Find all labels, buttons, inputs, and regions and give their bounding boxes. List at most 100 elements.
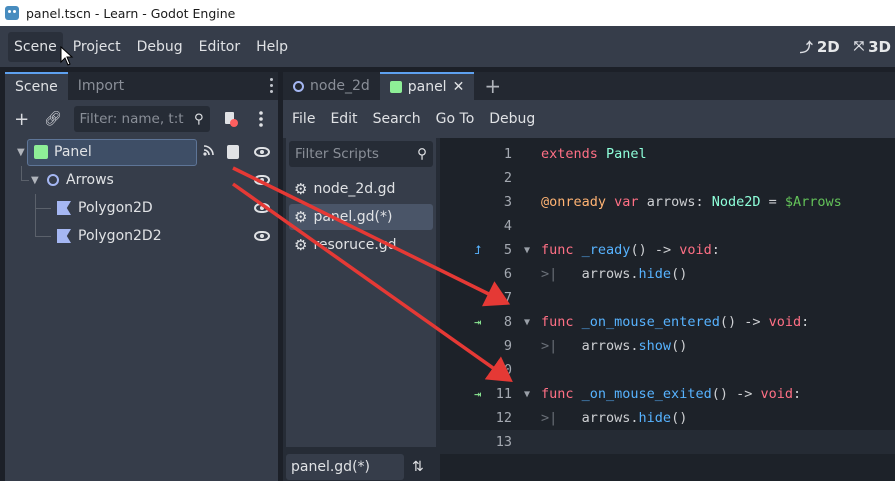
code-text: func _on_mouse_entered() -> void:	[541, 314, 810, 330]
line-number: 4	[503, 218, 512, 234]
script-list-footer: panel.gd(*) ⇅	[286, 453, 436, 481]
tree-row-panel[interactable]: ▼ Panel	[5, 138, 278, 166]
menu-debug[interactable]: Debug	[131, 32, 189, 62]
filter-scripts-input[interactable]: Filter Scripts ⚲	[289, 141, 433, 167]
script-item-label: resoruce.gd	[313, 237, 397, 253]
menu-debug[interactable]: Debug	[484, 111, 540, 127]
menu-file[interactable]: File	[287, 111, 320, 127]
code-text: func _on_mouse_exited() -> void:	[541, 386, 802, 402]
script-item-resoruce[interactable]: ⚙ resoruce.gd	[289, 232, 433, 258]
collapse-icon[interactable]: ▼	[17, 147, 25, 158]
panel-node-icon	[34, 145, 48, 159]
menu-scene[interactable]: Scene	[8, 31, 63, 62]
tree-label-polygon2d2: Polygon2D2	[78, 228, 162, 244]
line-number: 6	[503, 266, 512, 282]
tree-row-polygon2d[interactable]: Polygon2D	[5, 194, 278, 222]
link-icon[interactable]: 🔗︎	[42, 108, 63, 130]
search-icon: ⚲	[193, 111, 204, 127]
menu-edit[interactable]: Edit	[325, 111, 362, 127]
fold-icon[interactable]: ▼	[524, 245, 530, 256]
godot-logo-icon	[5, 6, 19, 20]
script-icon[interactable]	[227, 145, 239, 159]
dock-menu-icon[interactable]	[270, 78, 274, 94]
code-line[interactable]: ⮥ 5 ▼ func _ready() -> void:	[440, 238, 895, 262]
script-item-label: panel.gd(*)	[313, 209, 393, 225]
script-list-panel: Filter Scripts ⚲ ⚙ node_2d.gd ⚙ panel.gd…	[286, 138, 436, 447]
search-icon: ⚲	[417, 146, 427, 162]
script-menubar: File Edit Search Go To Debug	[283, 100, 895, 138]
visibility-eye-icon[interactable]	[254, 175, 270, 185]
code-text: >| arrows.hide()	[541, 266, 688, 282]
current-script-name: panel.gd(*)	[286, 454, 404, 480]
view-3d-label: 3D	[868, 37, 891, 56]
collapse-icon[interactable]: ▼	[31, 175, 39, 186]
script-editor: node_2d panel ✕ + File Edit Search Go To…	[283, 72, 895, 481]
code-text: @onready var arrows: Node2D = $Arrows	[541, 194, 842, 210]
visibility-eye-icon[interactable]	[254, 231, 270, 241]
tree-row-arrows[interactable]: ▼ Arrows	[5, 166, 278, 194]
visibility-eye-icon[interactable]	[254, 147, 270, 157]
sort-icon[interactable]: ⇅	[412, 459, 424, 475]
line-number: 13	[495, 434, 512, 450]
panel-node-icon	[389, 81, 402, 93]
attach-script-icon[interactable]	[220, 108, 241, 130]
node2d-icon	[293, 80, 304, 92]
menu-search[interactable]: Search	[368, 111, 426, 127]
script-item-panel[interactable]: ⚙ panel.gd(*)	[289, 204, 433, 230]
tab-node-2d[interactable]: node_2d	[283, 72, 380, 100]
code-text: extends Panel	[541, 146, 647, 162]
scene-filter-placeholder: Filter: name, t:t	[79, 111, 184, 127]
tree-row-polygon2d2[interactable]: Polygon2D2	[5, 222, 278, 250]
scene-toolbar: + 🔗︎ Filter: name, t:t ⚲	[5, 100, 278, 138]
code-text: >| arrows.show()	[541, 338, 688, 354]
menu-editor[interactable]: Editor	[193, 32, 246, 62]
tab-node-2d-label: node_2d	[310, 78, 370, 94]
view-3d-button[interactable]: ⤧ 3D	[854, 38, 891, 56]
script-item-node-2d[interactable]: ⚙ node_2d.gd	[289, 176, 433, 202]
view-2d-label: 2D	[816, 37, 840, 56]
add-tab-icon[interactable]: +	[474, 72, 511, 100]
code-line[interactable]: ⇥ 11 ▼ func _on_mouse_exited() -> void:	[440, 382, 895, 406]
line-number: 1	[503, 146, 512, 162]
add-node-icon[interactable]: +	[11, 108, 32, 130]
menu-project[interactable]: Project	[67, 32, 127, 62]
code-editor[interactable]: 1 extends Panel 2 3 @onready var arrows:…	[440, 138, 895, 481]
scene-filter-input[interactable]: Filter: name, t:t ⚲	[73, 106, 210, 132]
tab-scene[interactable]: Scene	[5, 72, 68, 100]
menu-goto[interactable]: Go To	[431, 111, 480, 127]
line-number: 2	[503, 170, 512, 186]
code-line[interactable]: 10	[440, 358, 895, 382]
code-text: >| arrows.hide()	[541, 410, 688, 426]
visibility-eye-icon[interactable]	[254, 203, 270, 213]
fold-icon[interactable]: ▼	[524, 317, 530, 328]
code-line[interactable]: 6 >| arrows.hide()	[440, 262, 895, 286]
code-line[interactable]: 9 >| arrows.show()	[440, 334, 895, 358]
tab-panel[interactable]: panel ✕	[379, 72, 475, 100]
line-number: 10	[495, 362, 512, 378]
code-line[interactable]: 1 extends Panel	[440, 142, 895, 166]
script-item-label: node_2d.gd	[313, 181, 396, 197]
code-line[interactable]: 3 @onready var arrows: Node2D = $Arrows	[440, 190, 895, 214]
mouse-cursor-icon	[60, 46, 74, 66]
close-icon[interactable]: ✕	[453, 79, 465, 95]
code-line[interactable]: 4	[440, 214, 895, 238]
window-title: panel.tscn - Learn - Godot Engine	[26, 5, 236, 21]
code-text: func _ready() -> void:	[541, 242, 720, 258]
signal-icon[interactable]	[203, 144, 215, 160]
scene-dock-tabs: Scene Import	[5, 72, 278, 100]
tree-label-panel: Panel	[54, 144, 92, 160]
2d-view-icon: ⤴	[799, 41, 813, 56]
code-line[interactable]: 12 >| arrows.hide()	[440, 406, 895, 430]
code-line[interactable]: ⇥ 8 ▼ func _on_mouse_entered() -> void:	[440, 310, 895, 334]
scene-more-icon[interactable]	[251, 108, 272, 130]
menu-help[interactable]: Help	[250, 32, 294, 62]
tab-import[interactable]: Import	[68, 72, 134, 100]
polygon2d-icon	[57, 229, 71, 243]
view-2d-button[interactable]: ⤴ 2D	[799, 37, 840, 57]
code-line[interactable]: 2	[440, 166, 895, 190]
line-number: 3	[503, 194, 512, 210]
code-line[interactable]: 7	[440, 286, 895, 310]
code-line-current[interactable]: 13	[440, 430, 895, 454]
3d-view-icon: ⤧	[853, 39, 865, 54]
fold-icon[interactable]: ▼	[524, 389, 530, 400]
